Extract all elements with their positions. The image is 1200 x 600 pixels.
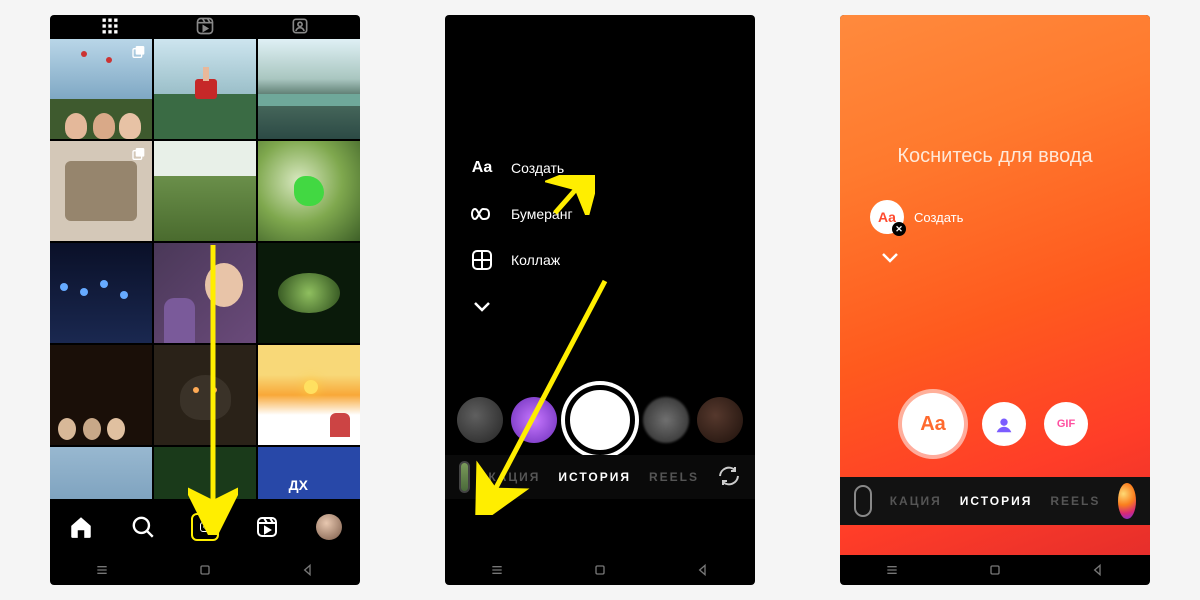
photo-grid[interactable]: ДХ <box>50 37 360 499</box>
action-gif[interactable]: GIF <box>1044 402 1088 446</box>
android-back-icon[interactable] <box>300 562 316 578</box>
grid-tile[interactable] <box>50 243 152 343</box>
mode-layout[interactable]: Коллаж <box>469 247 573 273</box>
grid-tile[interactable] <box>50 345 152 445</box>
capture-mode-tabs: КАЦИЯ ИСТОРИЯ REELS <box>445 455 755 499</box>
nav-profile[interactable] <box>315 513 343 541</box>
nav-home[interactable] <box>67 513 95 541</box>
filter-thumb[interactable] <box>457 397 503 443</box>
grid-tile[interactable] <box>50 39 152 139</box>
grid-tile[interactable] <box>154 141 256 241</box>
grid-tile[interactable]: ДХ <box>258 447 360 499</box>
tab-story[interactable]: ИСТОРИЯ <box>558 470 631 484</box>
grid-tile[interactable] <box>154 39 256 139</box>
grid-tile[interactable] <box>154 243 256 343</box>
android-home-icon[interactable] <box>592 562 608 578</box>
android-menu-icon[interactable] <box>884 562 900 578</box>
screenshot-story-camera: Aa Создать Бумеранг Коллаж КАЦ <box>445 15 755 585</box>
grid-tile[interactable] <box>154 345 256 445</box>
switch-camera-icon[interactable] <box>717 464 741 491</box>
android-menu-icon[interactable] <box>489 562 505 578</box>
android-home-icon[interactable] <box>197 562 213 578</box>
tab-story[interactable]: ИСТОРИЯ <box>960 494 1033 508</box>
mode-label: Создать <box>511 160 564 176</box>
nav-search[interactable] <box>129 513 157 541</box>
tab-reels[interactable] <box>163 16 248 36</box>
multi-post-icon <box>131 146 147 162</box>
mode-create[interactable]: Aa Создать <box>469 155 573 181</box>
tab-tagged[interactable] <box>257 16 342 36</box>
tab-reels[interactable]: REELS <box>649 470 699 484</box>
mode-label: Коллаж <box>511 252 560 268</box>
mode-boomerang[interactable]: Бумеранг <box>469 201 573 227</box>
action-text[interactable]: Aa <box>902 393 964 455</box>
bottom-nav <box>50 499 360 555</box>
grid-tile[interactable] <box>258 243 360 343</box>
mode-expand[interactable] <box>469 293 573 319</box>
multi-post-icon <box>131 44 147 60</box>
close-icon[interactable]: ✕ <box>892 222 906 236</box>
tab-grid[interactable] <box>68 16 153 36</box>
gallery-thumb[interactable] <box>854 485 872 517</box>
layout-icon <box>469 247 495 273</box>
filter-carousel[interactable] <box>445 385 755 455</box>
screenshot-profile-grid: ДХ <box>50 15 360 585</box>
mode-chip[interactable]: Aa✕ Создать <box>870 200 963 234</box>
filter-thumb[interactable] <box>511 397 557 443</box>
android-system-nav <box>840 555 1150 585</box>
android-back-icon[interactable] <box>695 562 711 578</box>
shutter-button[interactable] <box>565 385 635 455</box>
story-mode-list: Aa Создать Бумеранг Коллаж <box>469 155 573 319</box>
camera-viewport[interactable]: Aa Создать Бумеранг Коллаж КАЦ <box>445 15 755 555</box>
android-home-icon[interactable] <box>987 562 1003 578</box>
tab-prev[interactable]: КАЦИЯ <box>890 494 942 508</box>
chevron-down-icon[interactable] <box>880 250 900 268</box>
create-action-row: Aa GIF <box>840 393 1150 455</box>
grid-tile[interactable] <box>50 141 152 241</box>
chip-label: Создать <box>914 210 963 225</box>
chevron-down-icon <box>469 293 495 319</box>
android-menu-icon[interactable] <box>94 562 110 578</box>
profile-tabs <box>50 15 360 37</box>
create-canvas[interactable]: Коснитесь для ввода Aa✕ Создать Aa GIF К… <box>840 15 1150 555</box>
android-system-nav <box>50 555 360 585</box>
filter-thumb[interactable] <box>643 397 689 443</box>
grid-tile[interactable] <box>154 447 256 499</box>
nav-create[interactable] <box>191 513 219 541</box>
text-aa-icon: Aa <box>469 155 495 181</box>
filter-thumb[interactable] <box>697 397 743 443</box>
gallery-thumb[interactable] <box>459 461 470 493</box>
capture-mode-tabs: КАЦИЯ ИСТОРИЯ REELS <box>840 477 1150 525</box>
android-back-icon[interactable] <box>1090 562 1106 578</box>
screenshot-create-text: Коснитесь для ввода Aa✕ Создать Aa GIF К… <box>840 15 1150 585</box>
tab-prev[interactable]: КАЦИЯ <box>488 470 540 484</box>
grid-tile[interactable] <box>258 39 360 139</box>
grid-tile[interactable] <box>258 141 360 241</box>
text-input-prompt[interactable]: Коснитесь для ввода <box>840 145 1150 168</box>
grid-tile[interactable] <box>50 447 152 499</box>
mode-label: Бумеранг <box>511 206 573 222</box>
nav-reels[interactable] <box>253 513 281 541</box>
grid-tile[interactable] <box>258 345 360 445</box>
action-mention[interactable] <box>982 402 1026 446</box>
infinity-icon <box>469 201 495 227</box>
text-aa-icon: Aa✕ <box>870 200 904 234</box>
android-system-nav <box>445 555 755 585</box>
gradient-picker[interactable] <box>1118 483 1136 519</box>
tab-reels[interactable]: REELS <box>1050 494 1100 508</box>
